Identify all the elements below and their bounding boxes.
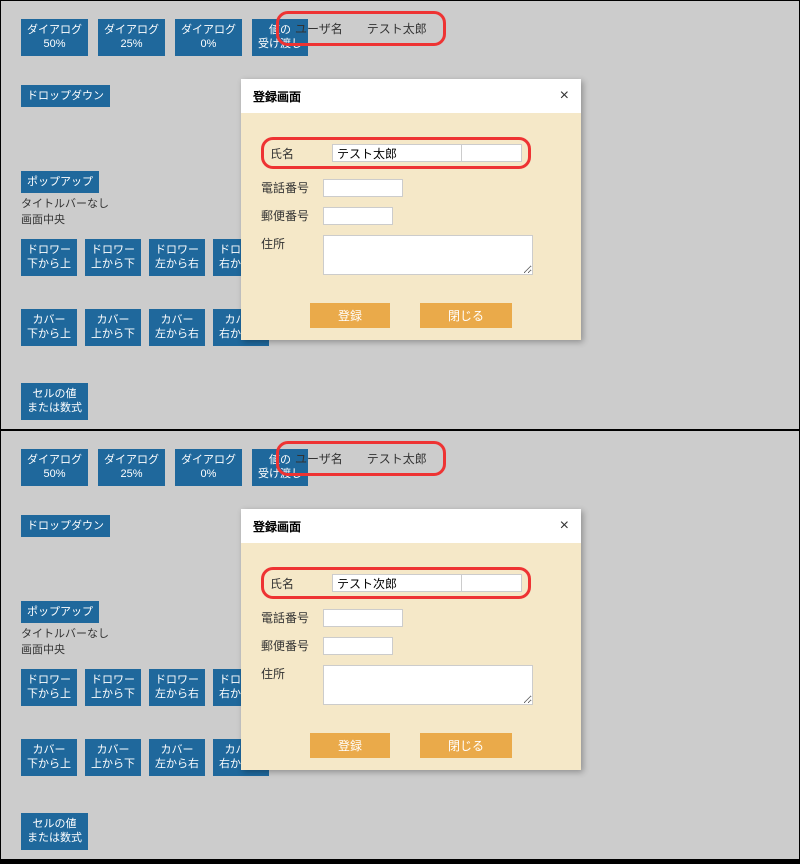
register-button[interactable]: 登録 [310, 733, 390, 758]
close-button[interactable]: 閉じる [420, 303, 512, 328]
name-input-ext[interactable] [462, 144, 522, 162]
drawer-top-down-button[interactable]: ドロワー 上から下 [85, 669, 141, 706]
post-label: 郵便番号 [261, 637, 313, 654]
post-input[interactable] [323, 637, 393, 655]
addr-input[interactable] [323, 235, 533, 275]
form-row-post: 郵便番号 [261, 207, 561, 225]
name-input-ext[interactable] [462, 574, 522, 592]
form-row-post: 郵便番号 [261, 637, 561, 655]
post-label: 郵便番号 [261, 207, 313, 224]
popup-note-2: 画面中央 [21, 643, 109, 658]
dialog-header: 登録画面 × [241, 509, 581, 543]
name-highlight: 氏名 [261, 137, 531, 169]
form-row-name: 氏名 [261, 567, 561, 599]
register-dialog: 登録画面 × 氏名 電話番号 郵便番号 [241, 79, 581, 340]
register-button[interactable]: 登録 [310, 303, 390, 328]
user-label: ユーザ名 [295, 450, 343, 467]
name-label: 氏名 [270, 575, 322, 592]
row-popup: ポップアップ タイトルバーなし 画面中央 [21, 171, 109, 228]
user-value: テスト太郎 [367, 20, 427, 37]
popup-notes: タイトルバーなし 画面中央 [21, 627, 109, 658]
popup-button[interactable]: ポップアップ [21, 601, 99, 623]
cover-top-down-button[interactable]: カバー 上から下 [85, 739, 141, 776]
dialog-body: 氏名 電話番号 郵便番号 住所 [241, 543, 581, 727]
close-icon[interactable]: × [560, 87, 569, 105]
dialog-25-button[interactable]: ダイアログ 25% [98, 19, 165, 56]
popup-note-1: タイトルバーなし [21, 627, 109, 642]
user-highlight: ユーザ名 テスト太郎 [276, 11, 446, 46]
cover-left-right-button[interactable]: カバー 左から右 [149, 309, 205, 346]
popup-note-2: 画面中央 [21, 213, 109, 228]
cover-bottom-up-button[interactable]: カバー 下から上 [21, 739, 77, 776]
cell-value-button[interactable]: セルの値 または数式 [21, 813, 88, 850]
drawer-bottom-up-button[interactable]: ドロワー 下から上 [21, 239, 77, 276]
addr-label: 住所 [261, 665, 313, 682]
name-input-group [332, 574, 522, 592]
dialog-0-button[interactable]: ダイアログ 0% [175, 19, 242, 56]
drawer-top-down-button[interactable]: ドロワー 上から下 [85, 239, 141, 276]
user-label: ユーザ名 [295, 20, 343, 37]
row-drawer: ドロワー 下から上 ドロワー 上から下 ドロワー 左から右 ドロワー 右から左 [21, 669, 269, 706]
popup-notes: タイトルバーなし 画面中央 [21, 197, 109, 228]
name-input-group [332, 144, 522, 162]
cell-value-button[interactable]: セルの値 または数式 [21, 383, 88, 420]
dialog-body: 氏名 電話番号 郵便番号 住所 [241, 113, 581, 297]
form-row-addr: 住所 [261, 665, 561, 705]
drawer-bottom-up-button[interactable]: ドロワー 下から上 [21, 669, 77, 706]
addr-input[interactable] [323, 665, 533, 705]
name-input[interactable] [332, 144, 462, 162]
tel-label: 電話番号 [261, 179, 313, 196]
cover-left-right-button[interactable]: カバー 左から右 [149, 739, 205, 776]
form-row-addr: 住所 [261, 235, 561, 275]
dropdown-button[interactable]: ドロップダウン [21, 85, 110, 107]
cover-bottom-up-button[interactable]: カバー 下から上 [21, 309, 77, 346]
tel-input[interactable] [323, 609, 403, 627]
row-dropdown: ドロップダウン [21, 515, 110, 537]
row-dialog-buttons: ダイアログ 50% ダイアログ 25% ダイアログ 0% 値の 受け渡し [21, 449, 308, 486]
name-input[interactable] [332, 574, 462, 592]
tel-label: 電話番号 [261, 609, 313, 626]
dialog-header: 登録画面 × [241, 79, 581, 113]
form-row-name: 氏名 [261, 137, 561, 169]
user-value: テスト太郎 [367, 450, 427, 467]
row-cell: セルの値 または数式 [21, 813, 88, 850]
drawer-left-right-button[interactable]: ドロワー 左から右 [149, 669, 205, 706]
row-dropdown: ドロップダウン [21, 85, 110, 107]
addr-label: 住所 [261, 235, 313, 252]
close-button[interactable]: 閉じる [420, 733, 512, 758]
cover-top-down-button[interactable]: カバー 上から下 [85, 309, 141, 346]
name-highlight: 氏名 [261, 567, 531, 599]
dialog-25-button[interactable]: ダイアログ 25% [98, 449, 165, 486]
post-input[interactable] [323, 207, 393, 225]
dropdown-button[interactable]: ドロップダウン [21, 515, 110, 537]
popup-note-1: タイトルバーなし [21, 197, 109, 212]
row-dialog-buttons: ダイアログ 50% ダイアログ 25% ダイアログ 0% 値の 受け渡し [21, 19, 308, 56]
row-drawer: ドロワー 下から上 ドロワー 上から下 ドロワー 左から右 ドロワー 右から左 [21, 239, 269, 276]
dialog-0-button[interactable]: ダイアログ 0% [175, 449, 242, 486]
form-row-tel: 電話番号 [261, 609, 561, 627]
dialog-footer: 登録 閉じる [241, 727, 581, 770]
name-label: 氏名 [270, 145, 322, 162]
register-dialog: 登録画面 × 氏名 電話番号 郵便番号 [241, 509, 581, 770]
form-row-tel: 電話番号 [261, 179, 561, 197]
panel-bottom: ダイアログ 50% ダイアログ 25% ダイアログ 0% 値の 受け渡し ユーザ… [0, 430, 800, 860]
row-cover: カバー 下から上 カバー 上から下 カバー 左から右 カバー 右から左 [21, 309, 269, 346]
row-cover: カバー 下から上 カバー 上から下 カバー 左から右 カバー 右から左 [21, 739, 269, 776]
dialog-50-button[interactable]: ダイアログ 50% [21, 19, 88, 56]
drawer-left-right-button[interactable]: ドロワー 左から右 [149, 239, 205, 276]
popup-button[interactable]: ポップアップ [21, 171, 99, 193]
dialog-footer: 登録 閉じる [241, 297, 581, 340]
dialog-title: 登録画面 [253, 88, 301, 105]
row-cell: セルの値 または数式 [21, 383, 88, 420]
tel-input[interactable] [323, 179, 403, 197]
row-popup: ポップアップ タイトルバーなし 画面中央 [21, 601, 109, 658]
user-highlight: ユーザ名 テスト太郎 [276, 441, 446, 476]
panel-top: ダイアログ 50% ダイアログ 25% ダイアログ 0% 値の 受け渡し ユーザ… [0, 0, 800, 430]
dialog-50-button[interactable]: ダイアログ 50% [21, 449, 88, 486]
close-icon[interactable]: × [560, 517, 569, 535]
dialog-title: 登録画面 [253, 518, 301, 535]
